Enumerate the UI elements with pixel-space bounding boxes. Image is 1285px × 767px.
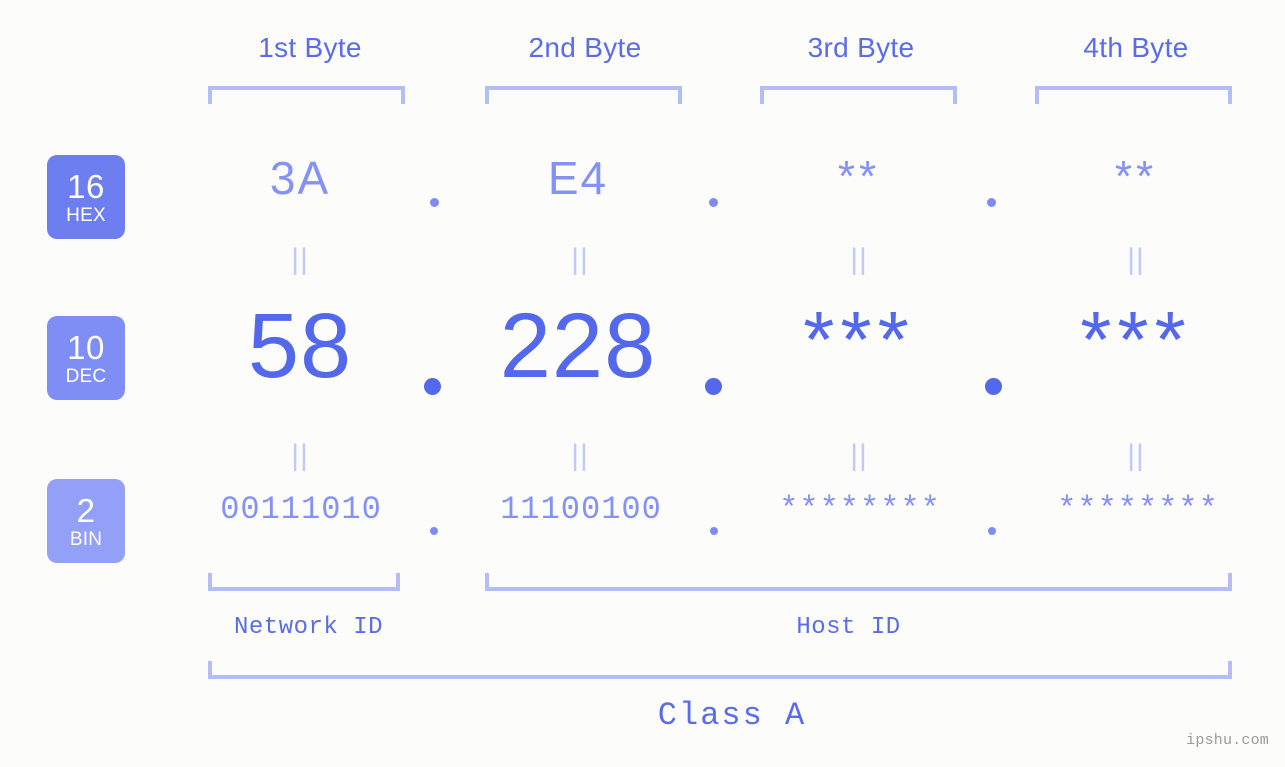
byte-bracket-4 (1035, 86, 1232, 104)
equals-marker-hex-dec-4: || (1127, 243, 1145, 276)
byte-header-3: 3rd Byte (807, 32, 915, 63)
equals-marker-dec-bin-1: || (291, 439, 309, 472)
base-badge-bin: 2 BIN (47, 479, 125, 563)
bin-separator-3 (988, 527, 996, 535)
base-badge-hex-number: 16 (67, 167, 105, 205)
hex-byte-3: ** (837, 152, 881, 201)
network-id-label: Network ID (233, 614, 384, 641)
byte-header-1: 1st Byte (258, 32, 362, 63)
dec-byte-1: 58 (247, 295, 353, 397)
host-id-label: Host ID (796, 614, 901, 641)
base-badge-bin-number: 2 (76, 491, 96, 529)
hex-byte-4: ** (1114, 152, 1158, 201)
byte-bracket-1 (208, 86, 405, 104)
byte-header-2: 2nd Byte (528, 32, 642, 63)
equals-marker-hex-dec-3: || (850, 243, 868, 276)
byte-header-4: 4th Byte (1083, 32, 1189, 63)
base-badge-hex: 16 HEX (47, 155, 125, 239)
class-label: Class A (657, 697, 807, 734)
bin-byte-1: 00111010 (220, 491, 382, 528)
hex-byte-1: 3A (269, 152, 331, 204)
ip-address-breakdown-diagram: 1st Byte 2nd Byte 3rd Byte 4th Byte 16 H… (0, 0, 1285, 767)
dec-separator-2 (705, 378, 722, 395)
dec-byte-4: *** (1080, 295, 1192, 384)
dec-byte-3: *** (803, 295, 915, 384)
base-badge-hex-name: HEX (66, 204, 106, 226)
byte-bracket-2 (485, 86, 682, 104)
dec-byte-2: 228 (499, 295, 657, 397)
equals-marker-hex-dec-1: || (291, 243, 309, 276)
bin-byte-3: ******** (779, 491, 941, 528)
equals-marker-dec-bin-3: || (850, 439, 868, 472)
base-badge-dec-name: DEC (65, 365, 107, 387)
hex-byte-2: E4 (547, 152, 609, 204)
base-badge-dec-number: 10 (67, 328, 105, 366)
hex-separator-1 (430, 198, 439, 207)
host-id-bracket (485, 573, 1232, 591)
class-bracket (208, 661, 1232, 679)
equals-marker-dec-bin-2: || (571, 439, 589, 472)
bin-separator-1 (430, 527, 438, 535)
bin-byte-2: 11100100 (500, 491, 662, 528)
hex-separator-2 (709, 198, 718, 207)
dec-separator-3 (985, 378, 1002, 395)
dec-separator-1 (424, 378, 441, 395)
base-badge-dec: 10 DEC (47, 316, 125, 400)
equals-marker-hex-dec-2: || (571, 243, 589, 276)
bin-byte-4: ******** (1057, 491, 1219, 528)
bin-separator-2 (710, 527, 718, 535)
network-id-bracket (208, 573, 400, 591)
hex-separator-3 (987, 198, 996, 207)
site-watermark: ipshu.com (1186, 732, 1269, 749)
equals-marker-dec-bin-4: || (1127, 439, 1145, 472)
base-badge-bin-name: BIN (69, 528, 103, 550)
byte-bracket-3 (760, 86, 957, 104)
